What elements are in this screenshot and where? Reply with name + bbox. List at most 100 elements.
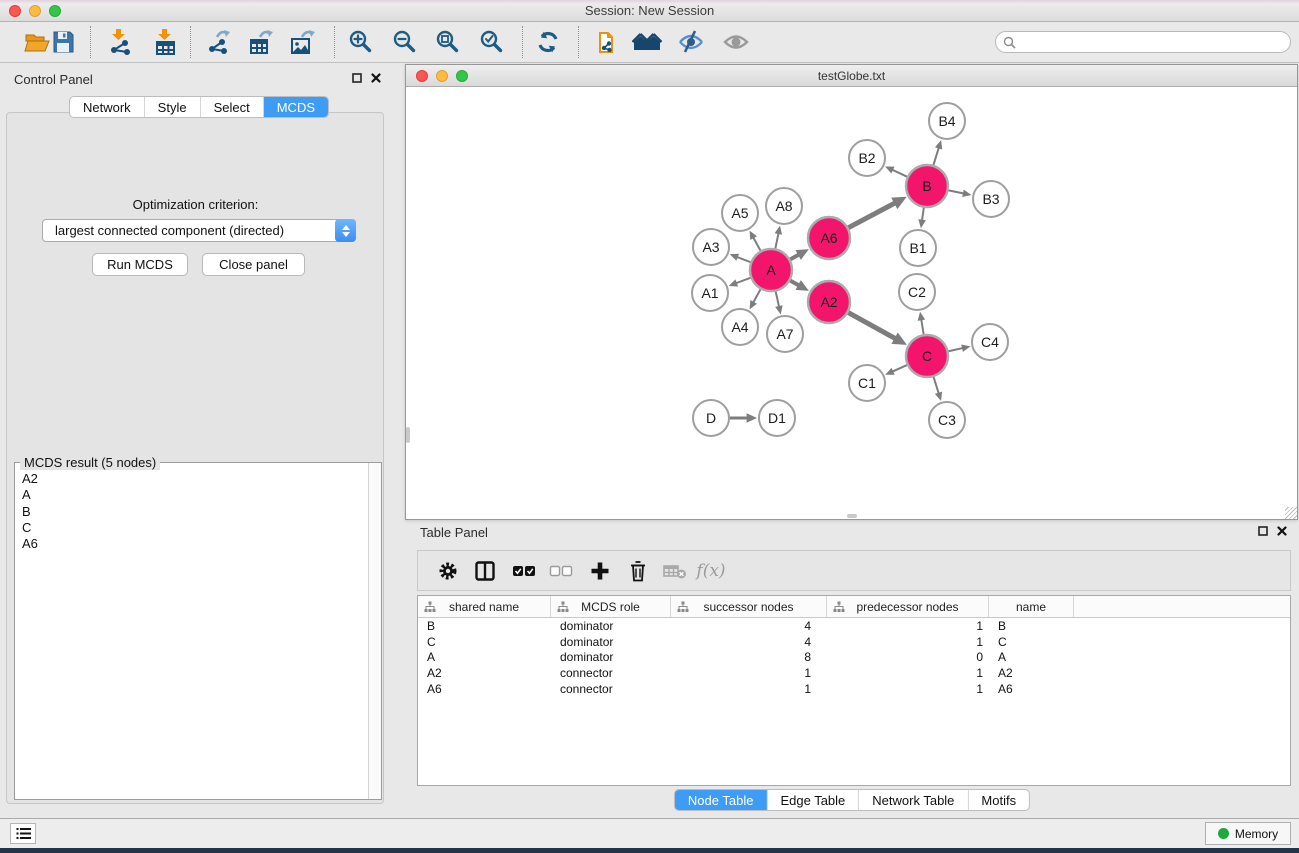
- run-mcds-button[interactable]: Run MCDS: [92, 253, 188, 276]
- tab-network[interactable]: Network: [70, 97, 144, 117]
- close-panel-icon[interactable]: [371, 73, 381, 83]
- network-window-title: testGlobe.txt: [406, 69, 1297, 83]
- new-network-from-selection-button[interactable]: [591, 26, 623, 58]
- table-cell: dominator: [551, 619, 671, 633]
- deselect-all-rows-icon[interactable]: [546, 556, 576, 586]
- destroy-table-icon[interactable]: [660, 556, 690, 586]
- tab-mcds[interactable]: MCDS: [263, 97, 328, 117]
- table-options-gear-icon[interactable]: [433, 556, 463, 586]
- home-button[interactable]: [631, 26, 663, 58]
- table-cell: C: [418, 635, 551, 649]
- toolbar-separator: [522, 26, 523, 58]
- vertical-scroll-thumb[interactable]: [406, 427, 410, 443]
- hide-graphics-details-icon[interactable]: [675, 26, 707, 58]
- graph-edge-A6-B[interactable]: [848, 201, 899, 228]
- close-table-panel-icon[interactable]: [1277, 526, 1287, 536]
- table-row[interactable]: A2connector11A2: [418, 665, 1290, 681]
- table-cell: A6: [989, 682, 1074, 696]
- main-titlebar: Session: New Session: [0, 0, 1299, 22]
- horizontal-scroll-thumb[interactable]: [847, 514, 857, 518]
- export-table-button[interactable]: [245, 26, 277, 58]
- search-input[interactable]: [1016, 35, 1290, 49]
- zoom-in-button[interactable]: [345, 26, 377, 58]
- import-network-button[interactable]: [104, 26, 136, 58]
- function-builder-icon[interactable]: f(x): [696, 556, 726, 586]
- delete-column-trash-icon[interactable]: [623, 556, 653, 586]
- mcds-result-list: A2ABCA6: [22, 471, 38, 552]
- table-row[interactable]: A6connector11A6: [418, 681, 1290, 697]
- float-panel-icon[interactable]: [352, 73, 362, 83]
- network-canvas[interactable]: B4B2BB3A5A8A6A3B1AA1C2A2A4A7CC4C1C3DD1: [406, 88, 1297, 519]
- control-panel-tabs: NetworkStyleSelectMCDS: [69, 96, 329, 118]
- graph-node-label: B3: [982, 191, 999, 207]
- select-all-rows-icon[interactable]: [509, 556, 539, 586]
- create-column-icon[interactable]: [585, 556, 615, 586]
- table-cell: 4: [671, 635, 827, 649]
- network-window-titlebar[interactable]: testGlobe.txt: [406, 65, 1297, 87]
- graph-node-label: C3: [938, 412, 956, 428]
- column-header-icon: [424, 601, 436, 613]
- mcds-result-item[interactable]: C: [22, 520, 38, 536]
- table-row[interactable]: Cdominator41C: [418, 634, 1290, 650]
- criterion-select[interactable]: largest connected component (directed): [42, 219, 356, 242]
- edge-arrowhead: [935, 392, 942, 401]
- column-header-predecessor-nodes[interactable]: predecessor nodes: [827, 596, 989, 617]
- control-panel: Control Panel NetworkStyleSelectMCDS Opt…: [0, 63, 391, 810]
- desktop-background-strip: [0, 848, 1299, 853]
- import-table-button[interactable]: [150, 26, 182, 58]
- memory-button[interactable]: Memory: [1205, 822, 1291, 845]
- column-header-successor-nodes[interactable]: successor nodes: [671, 596, 827, 617]
- edge-arrowhead: [747, 413, 757, 422]
- column-header-shared-name[interactable]: shared name: [418, 596, 551, 617]
- search-icon: [1003, 36, 1016, 49]
- table-row[interactable]: Bdominator41B: [418, 618, 1290, 634]
- graph-node-label: A8: [775, 198, 792, 214]
- tab-select[interactable]: Select: [200, 97, 263, 117]
- close-panel-button[interactable]: Close panel: [202, 253, 305, 276]
- graph-node-label: C2: [908, 284, 926, 300]
- table-cell: A2: [418, 666, 551, 680]
- result-scrollbar[interactable]: [368, 463, 381, 799]
- export-image-button[interactable]: [287, 26, 319, 58]
- table-tab-motifs[interactable]: Motifs: [967, 790, 1029, 810]
- criterion-selected-value: largest connected component (directed): [43, 223, 336, 238]
- table-cell: A: [989, 650, 1074, 664]
- edge-arrowhead: [730, 254, 739, 261]
- column-header-name[interactable]: name: [989, 596, 1074, 617]
- toolbar-separator: [90, 26, 91, 58]
- float-table-panel-icon[interactable]: [1258, 526, 1268, 536]
- fit-content-button[interactable]: [432, 26, 464, 58]
- table-tab-node-table[interactable]: Node Table: [675, 790, 767, 810]
- graph-node-label: B: [922, 178, 931, 194]
- show-graphics-details-icon[interactable]: [720, 26, 752, 58]
- network-graph[interactable]: B4B2BB3A5A8A6A3B1AA1C2A2A4A7CC4C1C3DD1: [406, 88, 1297, 519]
- mcds-result-item[interactable]: B: [22, 504, 38, 520]
- table-body: Bdominator41BCdominator41CAdominator80AA…: [418, 618, 1290, 697]
- graph-node-label: A7: [776, 326, 793, 342]
- edge-arrowhead: [935, 140, 942, 149]
- save-session-button[interactable]: [47, 26, 79, 58]
- table-tab-edge-table[interactable]: Edge Table: [766, 790, 858, 810]
- zoom-out-button[interactable]: [389, 26, 421, 58]
- mcds-result-item[interactable]: A: [22, 487, 38, 503]
- mcds-result-item[interactable]: A6: [22, 536, 38, 552]
- graph-node-label: A4: [731, 319, 748, 335]
- table-tab-network-table[interactable]: Network Table: [858, 790, 967, 810]
- show-columns-icon[interactable]: [470, 556, 500, 586]
- graph-edge-A2-C[interactable]: [848, 313, 899, 341]
- edge-arrowhead: [961, 344, 970, 351]
- mcds-result-item[interactable]: A2: [22, 471, 38, 487]
- table-cell: 1: [827, 682, 989, 696]
- main-toolbar: [0, 22, 1299, 63]
- table-row[interactable]: Adominator80A: [418, 650, 1290, 666]
- tab-style[interactable]: Style: [144, 97, 200, 117]
- table-cell: 1: [827, 619, 989, 633]
- task-history-button[interactable]: [10, 823, 36, 844]
- column-header-mcds-role[interactable]: MCDS role: [551, 596, 671, 617]
- refresh-view-button[interactable]: [532, 26, 564, 58]
- zoom-selected-button[interactable]: [476, 26, 508, 58]
- export-network-button[interactable]: [202, 26, 234, 58]
- graph-node-label: C1: [858, 375, 876, 391]
- window-resize-grip[interactable]: [1285, 507, 1297, 519]
- table-cell: 1: [671, 666, 827, 680]
